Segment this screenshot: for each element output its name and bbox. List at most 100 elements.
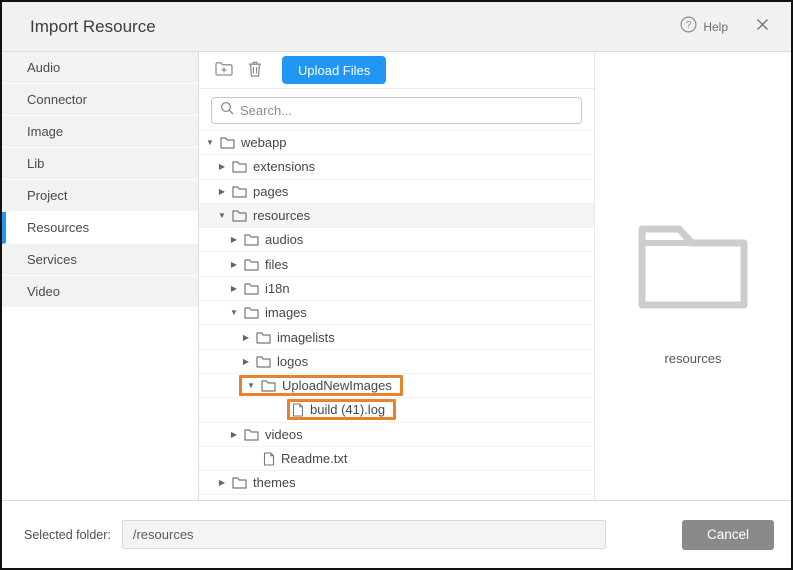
tree-row-videos[interactable]: ▶ videos: [199, 423, 594, 447]
close-button[interactable]: [756, 18, 769, 36]
tree-row-readme-txt[interactable]: Readme.txt: [199, 447, 594, 471]
tree-node: ▼resources: [215, 208, 310, 223]
tree-item-label: webapp: [241, 135, 287, 150]
tree-item-label: UploadNewImages: [282, 378, 392, 393]
preview-panel: resources: [595, 52, 791, 500]
tree-row-logos[interactable]: ▶logos: [199, 350, 594, 374]
chevron-right-icon[interactable]: ▶: [215, 162, 229, 171]
file-icon: [263, 452, 275, 466]
tree-item-label: files: [265, 257, 288, 272]
tree-node: ▶logos: [239, 354, 308, 369]
folder-icon: [232, 185, 247, 198]
svg-text:?: ?: [686, 20, 692, 31]
folder-icon: [261, 379, 276, 392]
folder-icon: [256, 331, 271, 344]
tree-item-label: imagelists: [277, 330, 335, 345]
chevron-right-icon[interactable]: ▶: [239, 357, 253, 366]
tree-row-images[interactable]: ▼ images: [199, 301, 594, 325]
folder-icon: [256, 355, 271, 368]
tree-node: ▶ pages: [215, 184, 288, 199]
browser-toolbar: Upload Files: [199, 52, 594, 89]
tree-node: ▶themes: [215, 475, 296, 490]
tree-item-label: Readme.txt: [281, 451, 347, 466]
chevron-right-icon[interactable]: ▶: [227, 430, 241, 439]
selected-folder-input[interactable]: [122, 520, 606, 549]
delete-button[interactable]: [243, 58, 267, 82]
sidebar-item-label: Video: [27, 284, 60, 299]
chevron-right-icon[interactable]: ▶: [227, 235, 241, 244]
category-sidebar: AudioConnectorImage Lib Project Resources Se…: [2, 52, 199, 500]
chevron-down-icon[interactable]: ▼: [227, 308, 241, 317]
sidebar-item-video[interactable]: Video: [2, 276, 198, 308]
tree-node: ▼ images: [227, 305, 307, 320]
tree-row-imagelists[interactable]: ▶ imagelists: [199, 325, 594, 349]
sidebar-item-label: Project: [27, 188, 67, 203]
sidebar-item-services[interactable]: Services: [2, 244, 198, 276]
sidebar-item-label: Services: [27, 252, 77, 267]
sidebar-item-resources[interactable]: Resources: [2, 212, 198, 244]
preview-label: resources: [664, 351, 721, 366]
chevron-right-icon[interactable]: ▶: [227, 284, 241, 293]
folder-icon: [244, 282, 259, 295]
tree-row-extensions[interactable]: ▶extensions: [199, 155, 594, 179]
chevron-right-icon[interactable]: ▶: [239, 333, 253, 342]
folder-icon: [232, 476, 247, 489]
sidebar-item-image[interactable]: Image: [2, 116, 198, 148]
tree-row-i18n[interactable]: ▶i18n: [199, 277, 594, 301]
search-input[interactable]: [240, 103, 581, 118]
help-icon: ?: [680, 16, 697, 38]
file-browser: Upload Files ▼webapp▶extensions▶pages▼re…: [199, 52, 595, 500]
tree-row-build-41-log[interactable]: build (41).log: [199, 398, 594, 422]
upload-files-button[interactable]: Upload Files: [282, 56, 386, 84]
sidebar-item-lib[interactable]: Lib: [2, 148, 198, 180]
folder-icon: [244, 306, 259, 319]
tree-row-files[interactable]: ▶ files: [199, 252, 594, 276]
tree-row-webapp[interactable]: ▼ webapp: [199, 131, 594, 155]
header-actions: ? Help: [680, 16, 769, 38]
tree-row-resources[interactable]: ▼resources: [199, 204, 594, 228]
tree-node: ▶audios: [227, 232, 303, 247]
tree-row-themes[interactable]: ▶themes: [199, 471, 594, 495]
tree-item-label: videos: [265, 427, 303, 442]
dialog-title: Import Resource: [30, 17, 156, 37]
folder-icon: [637, 224, 749, 315]
chevron-down-icon[interactable]: ▼: [244, 381, 258, 390]
tree-row-pages[interactable]: ▶ pages: [199, 180, 594, 204]
chevron-right-icon[interactable]: ▶: [227, 260, 241, 269]
highlight-box: build (41).log: [287, 399, 396, 420]
folder-icon: [244, 233, 259, 246]
sidebar-item-connector[interactable]: Connector: [2, 84, 198, 116]
dialog-footer: Selected folder: Cancel: [2, 500, 791, 568]
close-icon: [756, 18, 769, 36]
tree-row-uploadnewimages[interactable]: ▼ UploadNewImages: [199, 374, 594, 398]
tree-item-label: images: [265, 305, 307, 320]
tree-item-label: pages: [253, 184, 288, 199]
sidebar-item-label: Lib: [27, 156, 44, 171]
folder-icon: [232, 160, 247, 173]
tree-item-label: build (41).log: [310, 402, 385, 417]
folder-icon: [232, 209, 247, 222]
sidebar-item-label: Resources: [27, 220, 89, 235]
new-folder-button[interactable]: [212, 58, 236, 82]
folder-icon: [244, 258, 259, 271]
file-icon: [292, 403, 304, 417]
tree-node: ▶ imagelists: [239, 330, 335, 345]
help-button[interactable]: ? Help: [680, 16, 728, 38]
chevron-down-icon[interactable]: ▼: [203, 138, 217, 147]
delete-icon: [247, 60, 263, 81]
search-icon: [220, 101, 234, 120]
chevron-right-icon[interactable]: ▶: [215, 478, 229, 487]
chevron-down-icon[interactable]: ▼: [215, 211, 229, 220]
tree-node: ▶i18n: [227, 281, 290, 296]
dialog-body: AudioConnectorImage Lib Project Resources Se…: [2, 52, 791, 500]
sidebar-item-project[interactable]: Project: [2, 180, 198, 212]
cancel-button[interactable]: Cancel: [682, 520, 774, 550]
file-tree: ▼webapp▶extensions▶pages▼resources▶audio…: [199, 130, 594, 500]
chevron-right-icon[interactable]: ▶: [215, 187, 229, 196]
search-area: [199, 89, 594, 130]
tree-node: ▼ webapp: [203, 135, 287, 150]
tree-row-audios[interactable]: ▶audios: [199, 228, 594, 252]
search-box: [211, 97, 582, 124]
sidebar-item-audio[interactable]: Audio: [2, 52, 198, 84]
highlight-box: ▼ UploadNewImages: [239, 375, 403, 396]
